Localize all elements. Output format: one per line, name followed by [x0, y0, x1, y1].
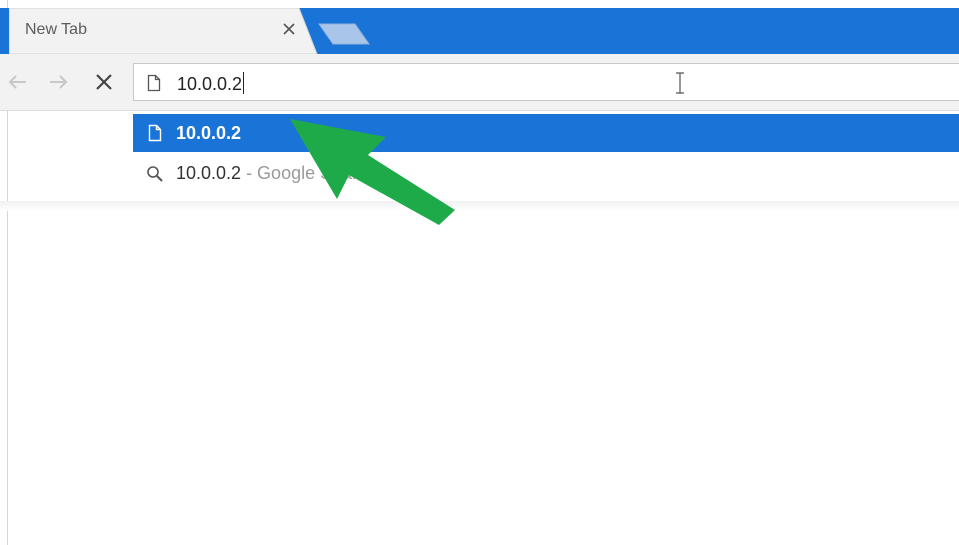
toolbar: 10.0.0.2: [0, 54, 959, 111]
suggestion-search[interactable]: 10.0.0.2 - Google Search: [133, 155, 959, 193]
suggestion-search-suffix: - Google Search: [241, 163, 378, 183]
address-input[interactable]: 10.0.0.2: [177, 72, 245, 95]
suggestion-search-query: 10.0.0.2: [176, 163, 242, 183]
text-caret: [243, 72, 245, 94]
suggestion-url[interactable]: 10.0.0.2: [133, 114, 959, 152]
tab-title: New Tab: [25, 21, 87, 38]
stop-icon[interactable]: [90, 68, 118, 96]
back-arrow-icon[interactable]: [4, 68, 32, 96]
dropdown-shadow: [0, 201, 959, 211]
omnibox-suggestions: 10.0.0.2 10.0.0.2 - Google Search: [133, 111, 959, 201]
browser-window: New Tab 10.0.0.2 10.0.0.2 10.0.0.2 - Goo…: [0, 0, 959, 545]
page-icon: [147, 74, 161, 92]
address-bar[interactable]: 10.0.0.2: [133, 63, 959, 101]
page-icon: [148, 124, 162, 142]
forward-arrow-icon[interactable]: [44, 68, 72, 96]
suggestion-url-text: 10.0.0.2: [176, 123, 242, 143]
ibeam-cursor-icon: [674, 71, 686, 95]
address-value: 10.0.0.2: [177, 74, 243, 94]
tab-new-tab[interactable]: New Tab: [9, 8, 318, 54]
new-tab-icon[interactable]: [317, 23, 371, 45]
suggestion-search-text: 10.0.0.2 - Google Search: [176, 163, 377, 184]
search-icon: [146, 165, 164, 183]
close-icon[interactable]: [279, 19, 299, 39]
